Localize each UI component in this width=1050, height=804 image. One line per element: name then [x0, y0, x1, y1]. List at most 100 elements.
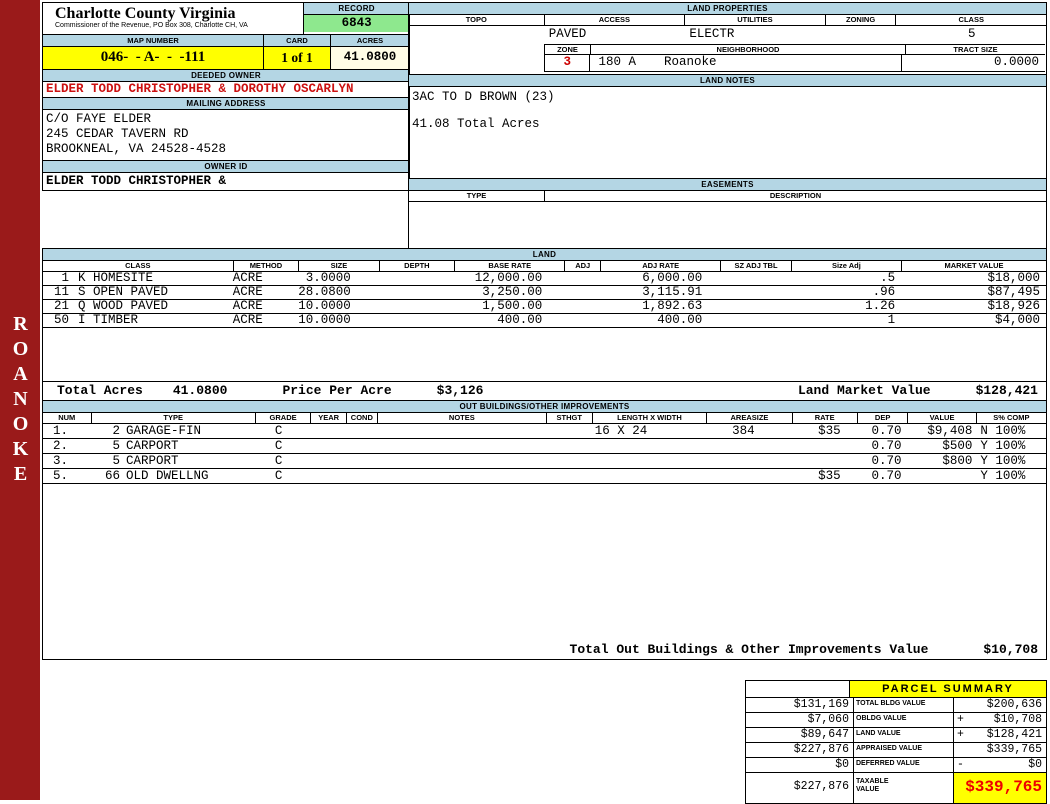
- ob-num-cell: 3.: [53, 454, 69, 468]
- zone-label: ZONE: [545, 45, 591, 54]
- ob-col-rate: RATE: [793, 413, 858, 423]
- easement-description-label: DESCRIPTION: [769, 191, 822, 200]
- summary-sign: +: [957, 728, 964, 741]
- ob-sthgt-cell: [525, 454, 567, 468]
- ob-value-cell: $9,408: [927, 424, 973, 438]
- map-values-row: 046- - A- - -111 1 of 1 41.0800: [43, 47, 409, 69]
- ob-year-cell: [304, 469, 337, 483]
- summary-value: $0: [1028, 758, 1042, 771]
- land-col-sz-adj-tbl: SZ ADJ TBL: [721, 261, 792, 271]
- outbuilding-row: 2. 5 CARPORT C 0.70 $500 Y 100%: [43, 439, 1046, 454]
- ob-dep-cell: 0.70: [871, 454, 902, 468]
- ob-sthgt-cell: [525, 469, 567, 483]
- ob-notes-cell: [365, 424, 524, 438]
- ob-type-name: OLD DWELLNG: [126, 469, 209, 483]
- summary-label: TOTAL BLDG VALUE: [854, 698, 954, 712]
- ob-cond-cell: [337, 469, 365, 483]
- land-sz-adj-tbl-cell: [730, 286, 794, 299]
- land-note-line: 3AC TO D BROWN (23): [412, 90, 555, 104]
- ob-value-cell: $500: [942, 439, 973, 453]
- land-base-rate-cell: 400.00: [497, 313, 543, 327]
- land-properties-panel: LAND PROPERTIES TOPO ACCESS UTILITIES ZO…: [408, 2, 1047, 255]
- ob-rate-cell: $35: [818, 424, 841, 438]
- land-adj-rate-cell: 400.00: [657, 313, 703, 327]
- acres-value: 41.0800: [331, 47, 409, 69]
- ob-col-value: VALUE: [908, 413, 977, 423]
- ob-type-cell: 5 CARPORT: [98, 454, 253, 468]
- ob-grade-cell: C: [274, 454, 283, 468]
- land-depth-cell: [373, 300, 442, 313]
- ob-col-dep: DEP: [858, 413, 909, 423]
- ob-notes-cell: [365, 469, 524, 483]
- land-title: LAND: [43, 249, 1046, 261]
- summary-prior-value: $227,876: [746, 743, 854, 757]
- ob-col-scomp: S% COMP: [993, 413, 1030, 422]
- land-col-base-rate: BASE RATE: [455, 261, 566, 271]
- land-col-class: CLASS: [43, 261, 234, 271]
- land-market-value-cell: $18,000: [987, 271, 1040, 285]
- total-acres-value: 41.0800: [172, 383, 228, 398]
- ob-col-type: TYPE: [92, 413, 256, 423]
- county-title: Charlotte County Virginia: [55, 5, 236, 22]
- land-class-num: 50: [53, 313, 69, 327]
- land-note-line: 41.08 Total Acres: [412, 117, 540, 131]
- land-col-market-value: MARKET VALUE: [944, 261, 1004, 270]
- land-base-rate-cell: 12,000.00: [474, 271, 543, 285]
- class-label: CLASS: [958, 15, 984, 24]
- ob-dep-cell: 0.70: [871, 424, 902, 438]
- land-sz-adj-tbl-cell: [730, 272, 794, 285]
- class-value: 5: [967, 27, 976, 41]
- ob-cond-cell: [337, 424, 365, 438]
- ob-dep-cell: 0.70: [871, 469, 902, 483]
- land-adj-rate-cell: 6,000.00: [642, 271, 703, 285]
- parcel-summary: PARCEL SUMMARY $131,169 TOTAL BLDG VALUE…: [745, 680, 1047, 804]
- ob-year-cell: [304, 439, 337, 453]
- ob-type-cell: 5 CARPORT: [98, 439, 253, 453]
- land-col-size: SIZE: [299, 261, 380, 271]
- ob-type-cell: 66 OLD DWELLNG: [98, 469, 253, 483]
- summary-label: OBLDG VALUE: [854, 713, 954, 727]
- neighborhood-name: Roanoke: [663, 55, 717, 69]
- land-class-cell: 21 Q WOOD PAVED: [43, 300, 218, 313]
- summary-value: $200,636: [986, 698, 1042, 711]
- land-adj-cell: [560, 300, 592, 313]
- land-empty-area: [43, 328, 1046, 381]
- land-method-cell: ACRE: [232, 285, 263, 299]
- summary-row: $131,169 TOTAL BLDG VALUE $200,636: [746, 698, 1046, 713]
- land-properties-values: PAVED ELECTR 5: [409, 26, 1046, 44]
- taxable-prior-value: $227,876: [746, 773, 854, 803]
- summary-row: $227,876 APPRAISED VALUE $339,765: [746, 743, 1046, 758]
- topo-value: [409, 26, 547, 44]
- ob-notes-cell: [365, 439, 524, 453]
- land-row: 11 S OPEN PAVED ACRE 28.0800 3,250.00 3,1…: [43, 286, 1046, 300]
- summary-sign: -: [957, 758, 964, 771]
- mailing-address-line: BROOKNEAL, VA 24528-4528: [46, 142, 227, 156]
- ob-area-cell: [675, 469, 780, 483]
- ob-cond-cell: [337, 439, 365, 453]
- ob-col-areasize: AREASIZE: [707, 413, 793, 423]
- land-base-rate-cell: 1,500.00: [482, 299, 543, 313]
- owner-id-value: ELDER TODD CHRISTOPHER &: [46, 174, 227, 188]
- land-depth-cell: [373, 272, 442, 285]
- summary-row: $0 DEFERRED VALUE - $0: [746, 758, 1046, 773]
- mailing-address-line: 245 CEDAR TAVERN RD: [46, 127, 189, 141]
- land-method-cell: ACRE: [232, 271, 263, 285]
- ob-type-name: GARAGE-FIN: [126, 424, 202, 438]
- utilities-label: UTILITIES: [685, 15, 826, 25]
- outbuildings-title: OUT BUILDINGS/OTHER IMPROVEMENTS: [43, 401, 1046, 413]
- land-size-adj-cell: .96: [872, 285, 896, 299]
- land-properties-title: LAND PROPERTIES: [409, 3, 1046, 15]
- land-size-adj-cell: 1: [887, 313, 896, 327]
- zoning-label: ZONING: [826, 15, 897, 25]
- land-size-cell: 10.0000: [298, 313, 351, 327]
- total-acres-label: Total Acres: [57, 383, 143, 398]
- land-col-adj: ADJ: [565, 261, 602, 271]
- district-name: ROANOKE: [9, 312, 32, 488]
- summary-row: $89,647 LAND VALUE + $128,421: [746, 728, 1046, 743]
- land-notes: 3AC TO D BROWN (23) 41.08 Total Acres: [409, 87, 1046, 178]
- ob-type-name: CARPORT: [126, 454, 179, 468]
- land-col-size-adj: Size Adj: [792, 261, 903, 271]
- land-adj-rate-cell: 3,115.91: [642, 285, 703, 299]
- summary-label: LAND VALUE: [854, 728, 954, 742]
- land-row: 1 K HOMESITE ACRE 3.0000 12,000.00 6,000.…: [43, 272, 1046, 286]
